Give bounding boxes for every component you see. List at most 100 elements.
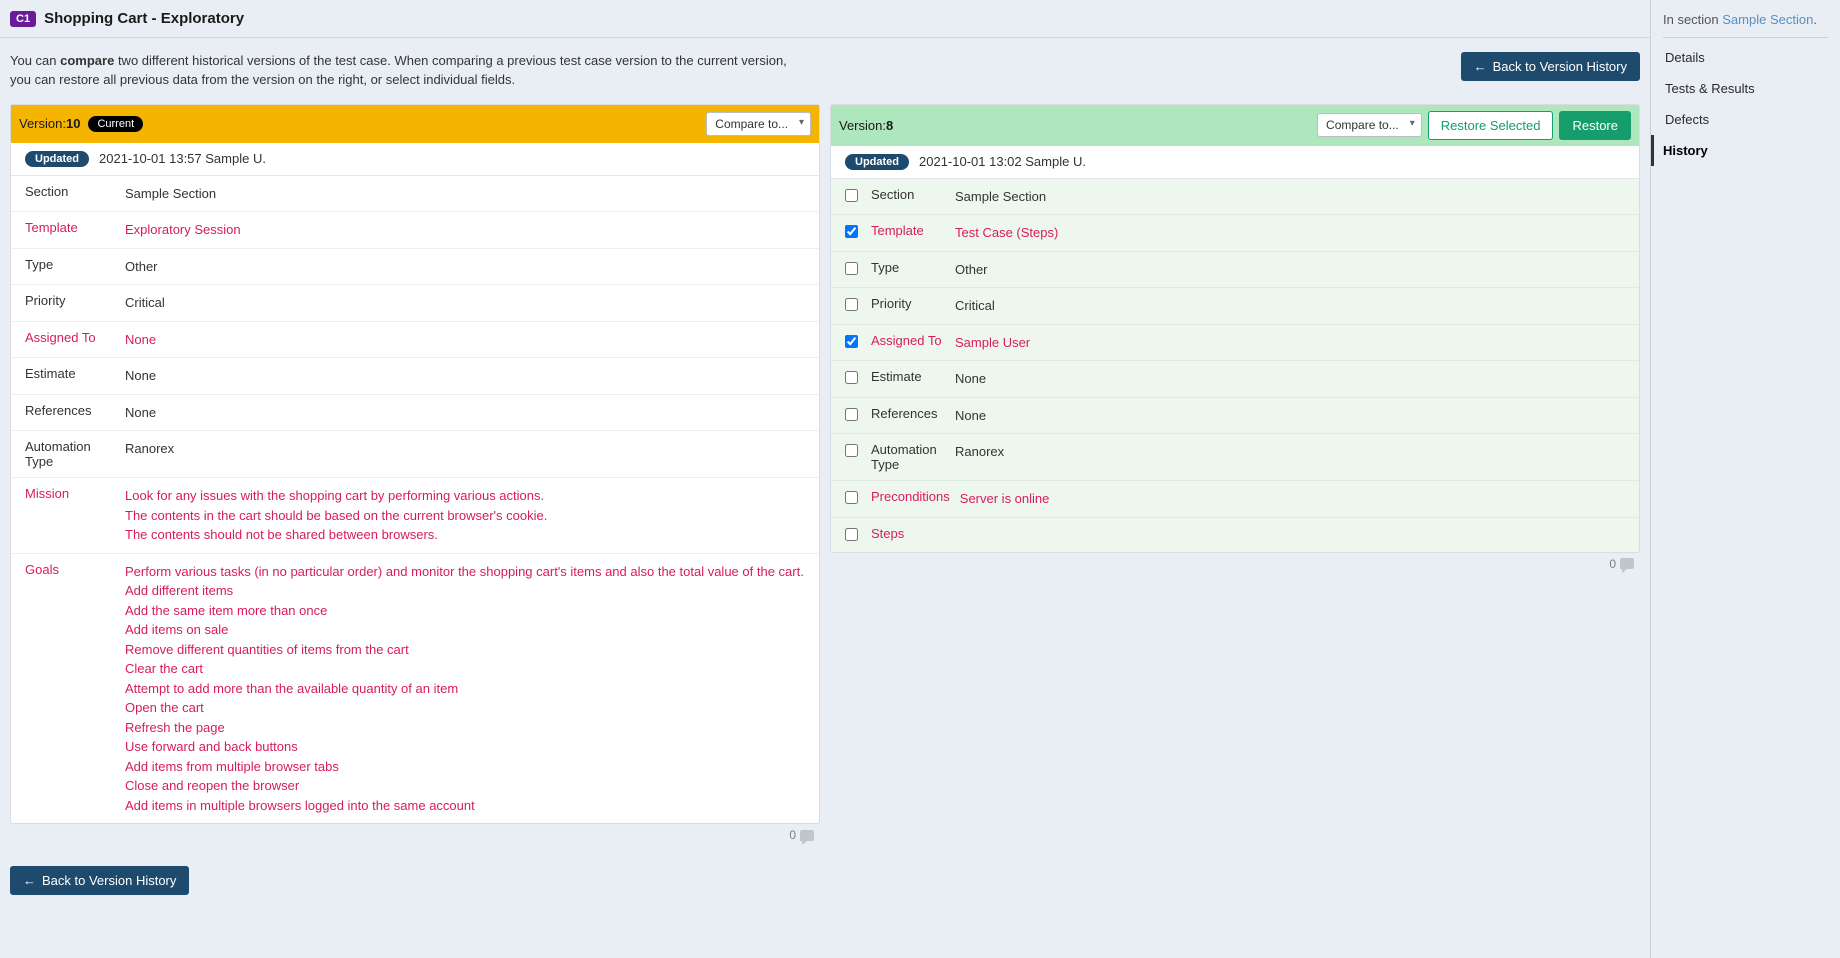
version-left-panel: Version:10 Current Compare to... Updated… xyxy=(10,104,820,825)
restore-checkbox-preconditions[interactable] xyxy=(845,491,858,504)
intro-row: You can compare two different historical… xyxy=(0,38,1650,104)
field-value: Critical xyxy=(125,293,805,313)
back-to-history-button-bottom[interactable]: ← Back to Version History xyxy=(10,866,189,895)
tab-tests-results[interactable]: Tests & Results xyxy=(1663,73,1828,104)
field-value: Sample Section xyxy=(955,187,1625,207)
tab-defects[interactable]: Defects xyxy=(1663,104,1828,135)
current-badge: Current xyxy=(88,116,143,132)
left-comment-count: 0 xyxy=(789,828,796,842)
field-value: Other xyxy=(955,260,1625,280)
right-updated-row: Updated 2021-10-01 13:02 Sample U. xyxy=(831,146,1639,179)
left-updated-text: 2021-10-01 13:57 Sample U. xyxy=(99,151,266,166)
right-version-label: Version: xyxy=(839,118,886,133)
left-field-priority: Priority Critical xyxy=(11,285,819,322)
restore-checkbox-steps[interactable] xyxy=(845,528,858,541)
left-field-goals: Goals Perform various tasks (in no parti… xyxy=(11,554,819,824)
updated-badge: Updated xyxy=(845,154,909,170)
field-label: Preconditions xyxy=(871,489,950,504)
compare-to-dropdown-left[interactable]: Compare to... xyxy=(706,112,811,136)
right-field-section: Section Sample Section xyxy=(831,179,1639,216)
intro-bold: compare xyxy=(60,53,114,68)
field-value: Ranorex xyxy=(125,439,805,459)
compare-to-dropdown-right[interactable]: Compare to... xyxy=(1317,113,1422,137)
field-label: Automation Type xyxy=(871,442,945,472)
field-label: Automation Type xyxy=(25,439,115,469)
back-to-history-button-top[interactable]: ← Back to Version History xyxy=(1461,52,1640,81)
field-value: Perform various tasks (in no particular … xyxy=(125,562,805,816)
field-label: Type xyxy=(871,260,945,275)
intro-prefix: You can xyxy=(10,53,60,68)
intro-text: You can compare two different historical… xyxy=(10,52,810,90)
tab-history[interactable]: History xyxy=(1651,135,1828,166)
left-field-assigned: Assigned To None xyxy=(11,322,819,359)
field-value: None xyxy=(125,366,805,386)
field-label: Template xyxy=(871,223,945,238)
left-version-label: Version: xyxy=(19,116,66,131)
field-label: Estimate xyxy=(871,369,945,384)
version-right-panel: Version:8 Compare to... Restore Selected… xyxy=(830,104,1640,553)
field-value: Ranorex xyxy=(955,442,1625,462)
restore-button[interactable]: Restore xyxy=(1559,111,1631,140)
field-value: Other xyxy=(125,257,805,277)
restore-checkbox-references[interactable] xyxy=(845,408,858,421)
compare-columns: Version:10 Current Compare to... Updated… xyxy=(0,104,1650,857)
restore-checkbox-type[interactable] xyxy=(845,262,858,275)
page-header: C1 Shopping Cart - Exploratory xyxy=(0,0,1650,38)
restore-checkbox-priority[interactable] xyxy=(845,298,858,311)
field-value: None xyxy=(125,403,805,423)
main-content: C1 Shopping Cart - Exploratory You can c… xyxy=(0,0,1650,958)
field-label: Assigned To xyxy=(25,330,115,345)
restore-checkbox-estimate[interactable] xyxy=(845,371,858,384)
comment-icon[interactable] xyxy=(800,830,814,841)
right-field-preconditions: Preconditions Server is online xyxy=(831,481,1639,518)
left-field-automation: Automation Type Ranorex xyxy=(11,431,819,478)
sidebar: In section Sample Section. Details Tests… xyxy=(1650,0,1840,958)
field-label: References xyxy=(25,403,115,418)
field-value: Test Case (Steps) xyxy=(955,223,1625,243)
bottom-bar: ← Back to Version History xyxy=(0,856,1650,905)
right-field-assigned: Assigned To Sample User xyxy=(831,325,1639,362)
right-field-priority: Priority Critical xyxy=(831,288,1639,325)
field-value: None xyxy=(955,406,1625,426)
restore-checkbox-section[interactable] xyxy=(845,189,858,202)
restore-selected-button[interactable]: Restore Selected xyxy=(1428,111,1554,140)
left-updated-row: Updated 2021-10-01 13:57 Sample U. xyxy=(11,143,819,176)
field-value: Sample Section xyxy=(125,184,805,204)
field-value: Critical xyxy=(955,296,1625,316)
left-field-type: Type Other xyxy=(11,249,819,286)
field-value: None xyxy=(955,369,1625,389)
comment-icon[interactable] xyxy=(1620,558,1634,569)
section-link[interactable]: Sample Section xyxy=(1722,12,1813,27)
right-header: Version:8 Compare to... Restore Selected… xyxy=(831,105,1639,146)
back-button-label: Back to Version History xyxy=(1493,59,1627,74)
intro-rest: two different historical versions of the… xyxy=(10,53,787,87)
arrow-left-icon: ← xyxy=(1474,59,1487,74)
field-label: Template xyxy=(25,220,115,235)
field-label: Section xyxy=(871,187,945,202)
right-field-template: Template Test Case (Steps) xyxy=(831,215,1639,252)
left-header: Version:10 Current Compare to... xyxy=(11,105,819,143)
right-field-type: Type Other xyxy=(831,252,1639,289)
left-field-mission: Mission Look for any issues with the sho… xyxy=(11,478,819,554)
back-button-label: Back to Version History xyxy=(42,873,176,888)
arrow-left-icon: ← xyxy=(23,873,36,888)
in-section-prefix: In section xyxy=(1663,12,1722,27)
field-label: Goals xyxy=(25,562,115,577)
right-field-steps: Steps xyxy=(831,518,1639,552)
tab-details[interactable]: Details xyxy=(1663,42,1828,73)
restore-checkbox-automation[interactable] xyxy=(845,444,858,457)
page-title: Shopping Cart - Exploratory xyxy=(44,10,244,27)
field-label: Assigned To xyxy=(871,333,945,348)
right-field-references: References None xyxy=(831,398,1639,435)
field-label: Steps xyxy=(871,526,945,541)
restore-checkbox-assigned[interactable] xyxy=(845,335,858,348)
right-field-estimate: Estimate None xyxy=(831,361,1639,398)
field-label: Section xyxy=(25,184,115,199)
breadcrumb: In section Sample Section. xyxy=(1663,12,1828,27)
restore-checkbox-template[interactable] xyxy=(845,225,858,238)
field-label: References xyxy=(871,406,945,421)
field-label: Priority xyxy=(25,293,115,308)
field-value: Server is online xyxy=(960,489,1625,509)
right-footer: 0 xyxy=(830,553,1640,575)
field-label: Priority xyxy=(871,296,945,311)
